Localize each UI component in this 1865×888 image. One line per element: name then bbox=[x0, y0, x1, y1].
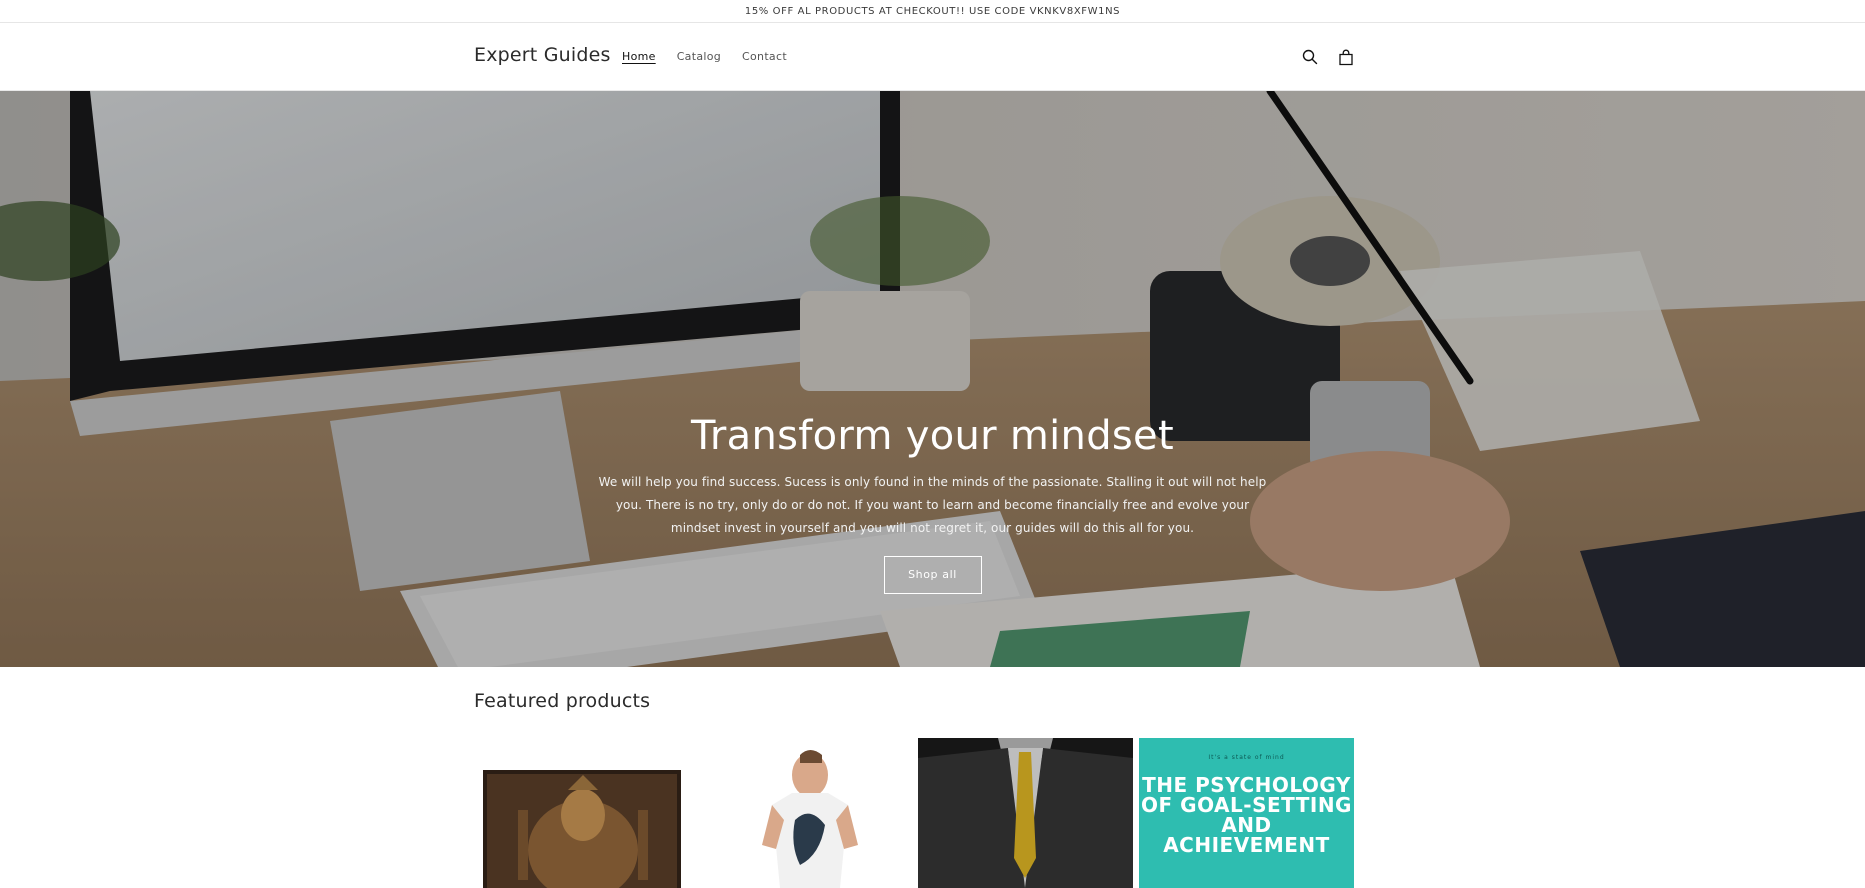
product-card-tshirt[interactable] bbox=[730, 745, 890, 888]
search-button[interactable] bbox=[1298, 45, 1322, 69]
site-header: Expert Guides Home Catalog Contact bbox=[0, 23, 1865, 91]
hero-content: Transform your mindset We will help you … bbox=[0, 413, 1865, 594]
suit-gold-tie-image bbox=[918, 738, 1133, 888]
announcement-text: 15% OFF AL PRODUCTS AT CHECKOUT!! USE CO… bbox=[744, 5, 1121, 17]
product-card-suit[interactable] bbox=[918, 738, 1133, 888]
main-nav: Home Catalog Contact bbox=[622, 50, 808, 63]
book-tagline: It's a state of mind bbox=[1208, 754, 1285, 761]
cart-icon bbox=[1339, 49, 1353, 65]
announcement-bar: 15% OFF AL PRODUCTS AT CHECKOUT!! USE CO… bbox=[0, 0, 1865, 23]
featured-title: Featured products bbox=[474, 690, 651, 712]
nav-link-contact[interactable]: Contact bbox=[742, 50, 787, 63]
nav-link-home[interactable]: Home bbox=[622, 50, 656, 63]
search-icon bbox=[1302, 49, 1318, 65]
hero-banner: Transform your mindset We will help you … bbox=[0, 91, 1865, 667]
hero-title: Transform your mindset bbox=[691, 413, 1174, 459]
cart-button[interactable] bbox=[1334, 45, 1358, 69]
site-logo[interactable]: Expert Guides bbox=[474, 44, 611, 66]
product-card-psychology-book[interactable]: It's a state of mind THE PSYCHOLOGY OF G… bbox=[1139, 738, 1354, 888]
tshirt-model-image bbox=[730, 745, 890, 888]
shop-all-button[interactable]: Shop all bbox=[883, 556, 982, 594]
knight-painting-image bbox=[483, 770, 681, 888]
hero-text: We will help you find success. Sucess is… bbox=[598, 475, 1267, 535]
product-card-knight[interactable] bbox=[483, 770, 681, 888]
nav-link-catalog[interactable]: Catalog bbox=[677, 50, 721, 63]
book-cover-title: THE PSYCHOLOGY OF GOAL-SETTING AND ACHIE… bbox=[1141, 773, 1352, 857]
